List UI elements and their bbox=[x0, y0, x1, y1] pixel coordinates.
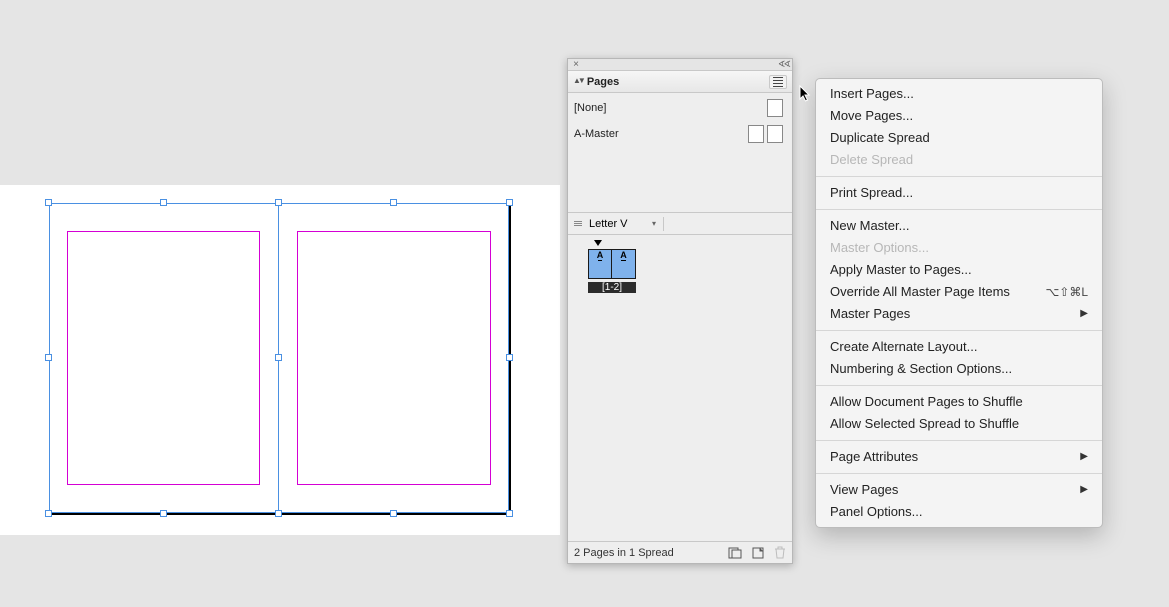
spread-page-range-label: [1-2] bbox=[588, 282, 636, 293]
panel-menu-button[interactable] bbox=[769, 75, 787, 89]
menu-item-label: Allow Document Pages to Shuffle bbox=[830, 393, 1023, 411]
selection-handle[interactable] bbox=[506, 354, 513, 361]
close-icon[interactable]: × bbox=[571, 59, 581, 70]
menu-item-label: Numbering & Section Options... bbox=[830, 360, 1012, 378]
menu-item[interactable]: New Master... bbox=[816, 215, 1102, 237]
master-pages-section: [None] A-Master bbox=[568, 93, 792, 213]
menu-item[interactable]: Create Alternate Layout... bbox=[816, 336, 1102, 358]
layout-name-field[interactable] bbox=[587, 217, 647, 231]
menu-item[interactable]: Print Spread... bbox=[816, 182, 1102, 204]
selection-handle[interactable] bbox=[275, 510, 282, 517]
menu-item-label: Page Attributes bbox=[830, 448, 918, 466]
spread-thumbnail[interactable]: A A bbox=[588, 249, 786, 279]
selection-handle[interactable] bbox=[275, 354, 282, 361]
menu-item[interactable]: View Pages ▶ bbox=[816, 479, 1102, 501]
menu-item-label: Allow Selected Spread to Shuffle bbox=[830, 415, 1019, 433]
menu-item: Master Options... bbox=[816, 237, 1102, 259]
selection-handle[interactable] bbox=[45, 510, 52, 517]
menu-item: Delete Spread bbox=[816, 149, 1102, 171]
panel-header: ▲▼ Pages bbox=[568, 71, 792, 93]
selection-handle[interactable] bbox=[45, 199, 52, 206]
selection-handle[interactable] bbox=[275, 199, 282, 206]
submenu-arrow-icon: ▶ bbox=[1080, 448, 1088, 466]
menu-item-label: New Master... bbox=[830, 217, 909, 235]
menu-item-label: Duplicate Spread bbox=[830, 129, 930, 147]
menu-item[interactable]: Duplicate Spread bbox=[816, 127, 1102, 149]
new-page-icon[interactable] bbox=[752, 547, 764, 559]
master-row-none[interactable]: [None] bbox=[574, 99, 786, 117]
menu-item[interactable]: Override All Master Page Items ⌥⇧⌘L bbox=[816, 281, 1102, 303]
mouse-cursor-icon bbox=[799, 85, 813, 103]
panel-title: Pages bbox=[587, 76, 619, 88]
menu-shortcut: ⌥⇧⌘L bbox=[1045, 283, 1088, 301]
menu-item-label: View Pages bbox=[830, 481, 898, 499]
separator bbox=[663, 217, 664, 231]
footer-status: 2 Pages in 1 Spread bbox=[574, 547, 674, 559]
page-master-letter: A bbox=[597, 250, 604, 260]
selection-handle[interactable] bbox=[506, 199, 513, 206]
master-name: [None] bbox=[574, 102, 767, 114]
menu-separator bbox=[816, 176, 1102, 177]
panel-footer: 2 Pages in 1 Spread bbox=[568, 541, 792, 563]
menu-item[interactable]: Master Pages ▶ bbox=[816, 303, 1102, 325]
menu-item-label: Insert Pages... bbox=[830, 85, 914, 103]
menu-item-label: Master Options... bbox=[830, 239, 929, 257]
menu-item-label: Panel Options... bbox=[830, 503, 923, 521]
menu-separator bbox=[816, 209, 1102, 210]
submenu-arrow-icon: ▶ bbox=[1080, 481, 1088, 499]
menu-item[interactable]: Allow Document Pages to Shuffle bbox=[816, 391, 1102, 413]
menu-item[interactable]: Insert Pages... bbox=[816, 83, 1102, 105]
page-thumbnail-1[interactable]: A bbox=[588, 249, 612, 279]
menu-item-label: Apply Master to Pages... bbox=[830, 261, 972, 279]
menu-item-label: Delete Spread bbox=[830, 151, 913, 169]
menu-separator bbox=[816, 385, 1102, 386]
delete-page-icon[interactable] bbox=[774, 546, 786, 559]
menu-item-label: Override All Master Page Items bbox=[830, 283, 1010, 301]
master-thumb-none[interactable] bbox=[767, 99, 783, 117]
sort-icon: ▲▼ bbox=[573, 76, 583, 85]
menu-item[interactable]: Apply Master to Pages... bbox=[816, 259, 1102, 281]
collapse-icon[interactable]: ∢∢ bbox=[778, 59, 789, 70]
pages-panel: × ∢∢ ▲▼ Pages [None] A-Master ▾ A A [1-2… bbox=[567, 58, 793, 564]
menu-item-label: Create Alternate Layout... bbox=[830, 338, 977, 356]
selection-handle[interactable] bbox=[160, 199, 167, 206]
selection-handle[interactable] bbox=[45, 354, 52, 361]
menu-item[interactable]: Move Pages... bbox=[816, 105, 1102, 127]
master-name: A-Master bbox=[574, 128, 748, 140]
selection-handle[interactable] bbox=[506, 510, 513, 517]
edit-page-size-icon[interactable] bbox=[728, 547, 742, 559]
panel-titlebar[interactable]: × ∢∢ bbox=[568, 59, 792, 71]
chevron-down-icon[interactable]: ▾ bbox=[652, 219, 656, 228]
page-insert-marker-icon bbox=[594, 240, 602, 246]
menu-item-label: Master Pages bbox=[830, 305, 910, 323]
document-pages-section[interactable]: A A [1-2] bbox=[568, 235, 792, 541]
menu-separator bbox=[816, 330, 1102, 331]
panel-context-menu: Insert Pages... Move Pages... Duplicate Sp… bbox=[815, 78, 1103, 528]
page-thumbnail-2[interactable]: A bbox=[612, 249, 636, 279]
page-master-letter: A bbox=[620, 250, 627, 260]
menu-separator bbox=[816, 440, 1102, 441]
menu-separator bbox=[816, 473, 1102, 474]
document-spread[interactable] bbox=[49, 203, 509, 513]
submenu-arrow-icon: ▶ bbox=[1080, 305, 1088, 323]
menu-item[interactable]: Allow Selected Spread to Shuffle bbox=[816, 413, 1102, 435]
selection-handle[interactable] bbox=[390, 510, 397, 517]
master-row-a[interactable]: A-Master bbox=[574, 125, 786, 143]
selection-handle[interactable] bbox=[390, 199, 397, 206]
menu-item-label: Move Pages... bbox=[830, 107, 913, 125]
menu-item[interactable]: Page Attributes ▶ bbox=[816, 446, 1102, 468]
menu-item[interactable]: Numbering & Section Options... bbox=[816, 358, 1102, 380]
master-thumb-a-right[interactable] bbox=[767, 125, 783, 143]
selection-handle[interactable] bbox=[160, 510, 167, 517]
master-thumb-a-left[interactable] bbox=[748, 125, 764, 143]
menu-item-label: Print Spread... bbox=[830, 184, 913, 202]
layout-section-bar: ▾ bbox=[568, 213, 792, 235]
grip-icon[interactable] bbox=[574, 221, 582, 226]
menu-item[interactable]: Panel Options... bbox=[816, 501, 1102, 523]
